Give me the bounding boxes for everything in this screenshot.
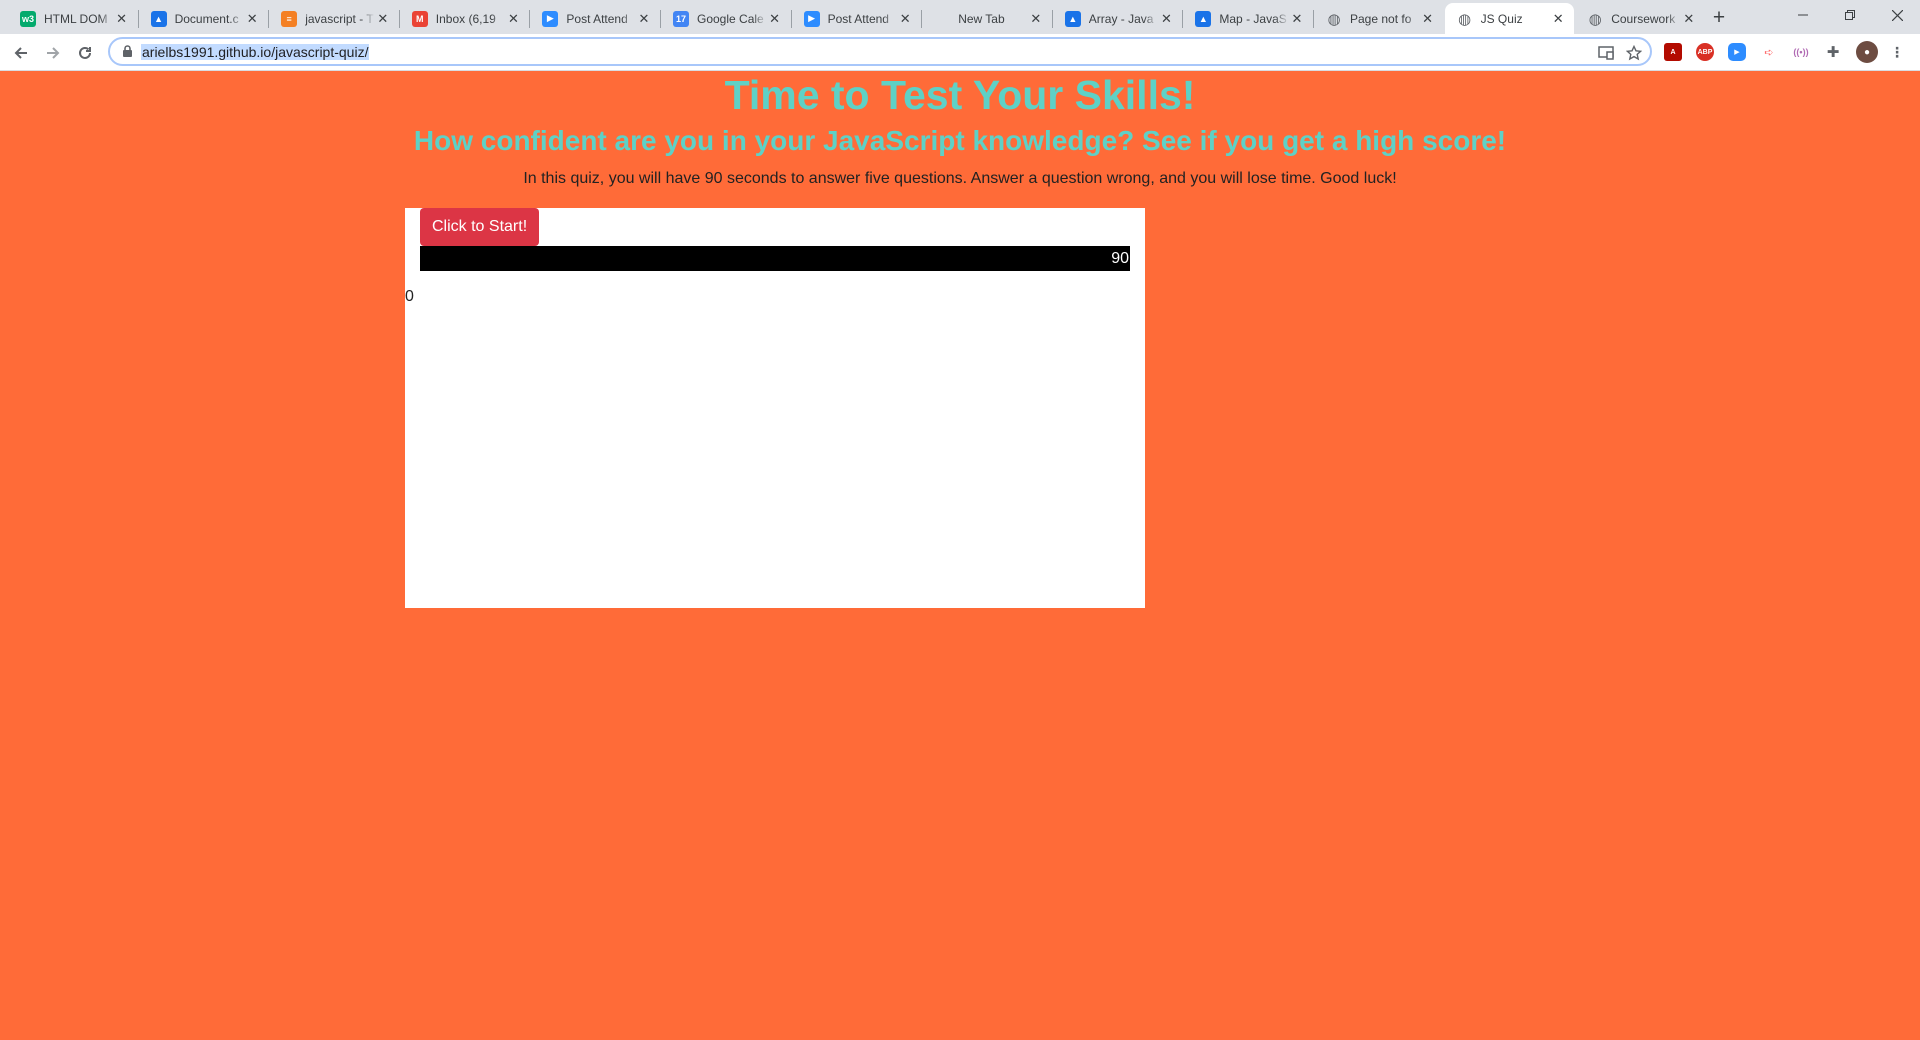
tab[interactable]: w3 HTML DOM ✕ (8, 3, 138, 34)
gmail-icon: M (411, 10, 428, 27)
tab[interactable]: 17 Google Cale ✕ (661, 3, 791, 34)
cast-icon[interactable] (1597, 44, 1615, 62)
tab[interactable]: ◍ JS Quiz ✕ (1444, 3, 1575, 34)
quiz-container: Click to Start! 90 0 (405, 208, 1145, 608)
tab-close-icon[interactable]: ✕ (767, 11, 783, 27)
reload-button[interactable] (71, 39, 99, 67)
tab-close-icon[interactable]: ✕ (1420, 11, 1436, 27)
timer-value: 90 (1111, 250, 1129, 267)
extensions-puzzle-icon[interactable]: ✚ (1824, 43, 1842, 61)
quiz-instructions: In this quiz, you will have 90 seconds t… (523, 170, 1397, 187)
tab-title: HTML DOM (44, 11, 108, 26)
tab-close-icon[interactable]: ✕ (897, 11, 913, 27)
tab-title: Array - Java (1088, 11, 1154, 26)
broadcast-extension-icon[interactable]: ((•)) (1792, 43, 1810, 61)
tab-close-icon[interactable]: ✕ (636, 11, 652, 27)
page-subtitle: How confident are you in your JavaScript… (413, 125, 1507, 156)
tab[interactable]: ▲ Map - JavaS ✕ (1183, 3, 1313, 34)
minimize-button[interactable] (1780, 0, 1826, 30)
forward-button[interactable] (39, 39, 67, 67)
plus-icon: + (1712, 6, 1726, 29)
tab-close-icon[interactable]: ✕ (505, 11, 521, 27)
tab[interactable]: ▶ Post Attend ✕ (530, 3, 660, 34)
lock-icon (123, 45, 132, 57)
tab[interactable]: M Inbox (6,19 ✕ (400, 3, 530, 34)
w3schools-icon: w3 (20, 10, 36, 27)
tab-close-icon[interactable]: ✕ (1550, 11, 1566, 27)
acrobat-extension-icon[interactable]: A (1664, 43, 1682, 61)
menu-kebab-icon[interactable]: ⋮ (1888, 43, 1906, 61)
tab-title: javascript - T (305, 11, 374, 26)
timer-bar: 90 (420, 246, 1130, 271)
adblock-plus-extension-icon[interactable]: ABP (1696, 43, 1714, 61)
tab[interactable]: ▶ Post Attend ✕ (792, 3, 922, 34)
address-bar[interactable]: arielbs1991.github.io/javascript-quiz/ (108, 37, 1652, 66)
browser-toolbar: arielbs1991.github.io/javascript-quiz/ A… (0, 34, 1920, 71)
bookmark-star-icon[interactable] (1625, 44, 1643, 62)
tab-strip: w3 HTML DOM ✕ ▲ Document.c ✕ ≡ javascript - T ✕ M… (0, 0, 1920, 34)
tab-title: Map - JavaS (1219, 11, 1287, 26)
tab-title: Document.c (174, 11, 239, 26)
blank-favicon (934, 11, 950, 27)
tab[interactable]: ◍ Page not fo ✕ (1314, 3, 1444, 34)
zoom-icon: ▶ (803, 10, 820, 27)
tab[interactable]: ◍ Coursework ✕ (1575, 3, 1705, 34)
page-title: Time to Test Your Skills! (724, 72, 1196, 118)
google-calendar-icon: 17 (673, 10, 689, 27)
close-icon (1891, 9, 1903, 21)
zoom-extension-icon[interactable]: ▶ (1728, 43, 1746, 61)
forward-arrow-icon (47, 47, 60, 59)
avatar[interactable]: ● (1856, 41, 1878, 63)
restore-button[interactable] (1827, 0, 1873, 30)
mdn-icon: ▲ (1064, 10, 1081, 27)
mdn-icon: ▲ (150, 10, 167, 27)
tab-title: New Tab (958, 11, 1005, 26)
score-value: 0 (405, 288, 414, 305)
tab-title: Google Cale (697, 11, 764, 26)
screencastify-extension-icon[interactable]: ➪ (1760, 43, 1778, 61)
globe-icon: ◍ (1588, 10, 1602, 27)
tab[interactable]: ▲ Document.c ✕ (139, 3, 269, 34)
new-tab-button[interactable]: + (1706, 5, 1732, 31)
tab-close-icon[interactable]: ✕ (114, 11, 130, 27)
tab-title: JS Quiz (1480, 11, 1523, 26)
tab-close-icon[interactable]: ✕ (1028, 11, 1044, 27)
tab-title: Coursework (1611, 11, 1676, 26)
tab-title: Inbox (6,19 (435, 11, 496, 26)
back-arrow-icon (14, 47, 27, 59)
stackoverflow-icon: ≡ (281, 10, 298, 27)
tab-title: Page not fo (1350, 11, 1412, 26)
tab-close-icon[interactable]: ✕ (1681, 11, 1697, 27)
tab-close-icon[interactable]: ✕ (244, 11, 260, 27)
globe-icon: ◍ (1327, 10, 1341, 27)
back-button[interactable] (7, 39, 35, 67)
tab-close-icon[interactable]: ✕ (375, 11, 391, 27)
tab-title: Post Attend (566, 11, 628, 26)
minimize-icon (1798, 14, 1808, 16)
zoom-icon: ▶ (542, 10, 559, 27)
restore-icon (1845, 10, 1855, 20)
tab[interactable]: ≡ javascript - T ✕ (269, 3, 399, 34)
page-content: Time to Test Your Skills! How confident … (0, 71, 1920, 1040)
tab-close-icon[interactable]: ✕ (1158, 11, 1174, 27)
reload-icon (79, 46, 91, 59)
close-window-button[interactable] (1874, 0, 1920, 30)
tab-close-icon[interactable]: ✕ (1289, 11, 1305, 27)
tab-title: Post Attend (827, 11, 889, 26)
url-text[interactable]: arielbs1991.github.io/javascript-quiz/ (141, 44, 370, 60)
tab[interactable]: New Tab ✕ (922, 3, 1052, 34)
tab[interactable]: ▲ Array - Java ✕ (1053, 3, 1183, 34)
mdn-icon: ▲ (1195, 10, 1212, 27)
globe-icon: ◍ (1458, 10, 1472, 27)
start-quiz-button[interactable]: Click to Start! (420, 208, 540, 246)
